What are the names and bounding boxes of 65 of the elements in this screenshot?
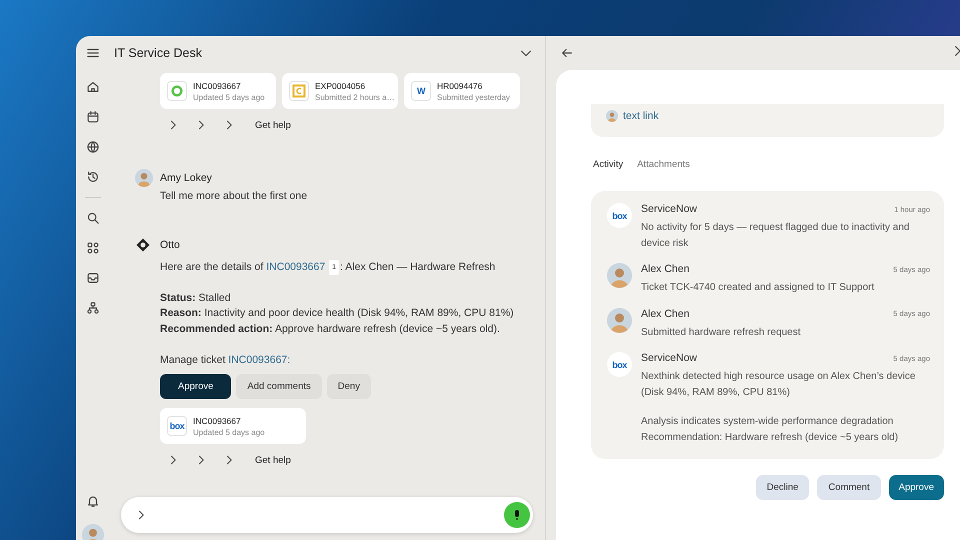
detail-line: Reason: Inactivity and poor device health (Disk 94%, RAM 89%, CPU 81%) bbox=[160, 306, 515, 321]
author-name: Alex Chen bbox=[641, 263, 690, 275]
ticket-status: Submitted 2 hours a… bbox=[315, 92, 395, 102]
get-help-link[interactable]: Get help bbox=[255, 454, 291, 466]
author-name: Alex Chen bbox=[641, 308, 690, 320]
bell-icon[interactable] bbox=[86, 494, 100, 508]
author-name: ServiceNow bbox=[641, 203, 698, 215]
activity-text: No activity for 5 days — request flagged due to inactivity and device risk bbox=[641, 221, 910, 250]
menu-icon[interactable] bbox=[86, 46, 100, 60]
app-logo-icon bbox=[167, 81, 187, 101]
action-button[interactable]: Add comments bbox=[236, 374, 322, 399]
ticket-link[interactable]: INC0093667 bbox=[266, 260, 326, 272]
activity-text: Nexthink detected high resource usage on Alex Chen’s device (Disk 94%, RAM 89%, CPU 81%) bbox=[641, 370, 916, 400]
author-name: ServiceNow bbox=[641, 352, 698, 364]
message-input[interactable] bbox=[121, 497, 533, 533]
app-logo-icon: box bbox=[167, 416, 187, 436]
back-arrow-icon[interactable] bbox=[560, 46, 574, 60]
message-text: Manage ticket INC0093667: bbox=[160, 352, 292, 368]
inbox-icon[interactable] bbox=[86, 271, 100, 285]
ticket-status: Updated 5 days ago bbox=[193, 428, 265, 436]
activity-text: Ticket TCK-4740 created and assigned to IT Support bbox=[641, 281, 876, 295]
action-button[interactable]: Approve bbox=[160, 374, 232, 399]
tab[interactable]: Activity bbox=[593, 159, 624, 170]
ticket-id: INC0093667 bbox=[193, 80, 242, 90]
get-help-link[interactable]: Get help bbox=[255, 120, 291, 130]
ticket-card[interactable]: W HR0094476 Submitted yesterday bbox=[404, 73, 520, 109]
ticket-card[interactable]: INC0093667 Updated 5 days ago bbox=[160, 73, 276, 109]
microphone-button[interactable] bbox=[504, 502, 530, 528]
activity-text: Submitted hardware refresh request bbox=[641, 326, 802, 340]
apps-icon[interactable] bbox=[86, 241, 100, 255]
calendar-icon[interactable] bbox=[86, 110, 100, 124]
app-logo-icon bbox=[289, 81, 309, 101]
org-chart-icon[interactable] bbox=[86, 301, 100, 315]
diamond-logo-icon bbox=[135, 236, 151, 252]
action-button[interactable]: Comment bbox=[817, 475, 881, 500]
action-button[interactable]: Deny bbox=[326, 374, 371, 399]
app-logo-icon: W bbox=[411, 81, 431, 101]
ticket-id: EXP0004056 bbox=[315, 80, 366, 90]
action-button[interactable]: Decline bbox=[756, 475, 810, 500]
app-logo-icon: box bbox=[607, 203, 632, 228]
history-icon[interactable] bbox=[86, 170, 100, 184]
detail-line: Recommended action: Approve hardware refresh (device ~5 years old). bbox=[160, 322, 501, 336]
author-name: Otto bbox=[160, 238, 180, 250]
ticket-card[interactable]: EXP0004056 Submitted 2 hours a… bbox=[282, 73, 398, 109]
home-icon[interactable] bbox=[86, 80, 100, 94]
author-name: Amy Lokey bbox=[160, 172, 212, 184]
ticket-status: Submitted yesterday bbox=[437, 92, 510, 102]
avatar-icon bbox=[606, 110, 618, 122]
detail-line: Status: Stalled bbox=[160, 290, 232, 306]
tab[interactable]: Attachments bbox=[637, 159, 690, 170]
app-logo-icon: box bbox=[607, 352, 632, 377]
activity-text: Analysis indicates system-wide performance degradation Recommendation: Hardware refresh (device ~5 years old) bbox=[641, 415, 900, 444]
avatar-icon bbox=[607, 308, 632, 332]
ticket-id: INC0093667 bbox=[193, 416, 242, 426]
ticket-id: HR0094476 bbox=[437, 80, 484, 90]
globe-icon[interactable] bbox=[86, 140, 100, 154]
search-icon[interactable] bbox=[86, 211, 100, 225]
avatar-icon bbox=[607, 263, 632, 288]
action-button[interactable]: Approve bbox=[888, 475, 944, 500]
ticket-card[interactable]: box INC0093667 Updated 5 days ago bbox=[160, 408, 306, 444]
ticket-link[interactable]: INC0093667: bbox=[228, 354, 290, 366]
message-text: Tell me more about the first one bbox=[160, 189, 308, 204]
ticket-status: Updated 5 days ago bbox=[193, 92, 265, 102]
text-link[interactable]: text link bbox=[623, 110, 659, 122]
window-title: IT Service Desk bbox=[114, 46, 203, 60]
